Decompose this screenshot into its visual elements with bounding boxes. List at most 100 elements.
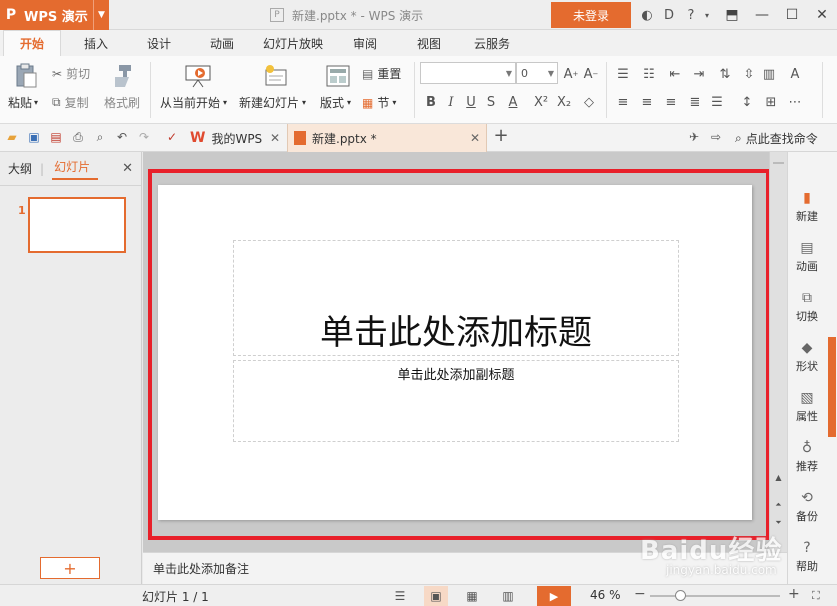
- justify-icon[interactable]: ≣: [686, 92, 704, 112]
- align-left-icon[interactable]: ≡: [614, 92, 632, 112]
- next-slide-icon[interactable]: ⏷: [770, 516, 787, 530]
- panel-recommend[interactable]: ♁ 推荐: [788, 440, 826, 474]
- chevron-down-icon[interactable]: ▾: [702, 0, 712, 30]
- table-icon[interactable]: ⊞: [762, 92, 780, 112]
- format-painter-button[interactable]: 格式刷: [104, 94, 140, 111]
- help-icon[interactable]: ?: [680, 0, 702, 30]
- format-painter-icon[interactable]: [108, 62, 136, 90]
- maximize-button[interactable]: ☐: [777, 0, 807, 30]
- close-button[interactable]: ✕: [807, 0, 837, 30]
- undo-icon[interactable]: ↶: [114, 129, 130, 145]
- text-direction-icon[interactable]: ⇅: [716, 64, 734, 84]
- play-slideshow-button[interactable]: ▶: [537, 586, 571, 606]
- increase-indent-icon[interactable]: ⇥: [690, 64, 708, 84]
- panel-backup[interactable]: ⟲ 备份: [788, 490, 826, 524]
- save-icon[interactable]: ▣: [26, 129, 42, 145]
- numbered-list-icon[interactable]: ☷: [640, 64, 658, 84]
- sorter-view-icon[interactable]: ▦: [460, 586, 484, 606]
- distribute-icon[interactable]: ☰: [708, 92, 726, 112]
- zoom-slider-knob[interactable]: [675, 590, 687, 601]
- panel-collapse-handle[interactable]: [828, 337, 836, 437]
- tab-my-wps[interactable]: W 我的WPS ✕: [186, 124, 286, 152]
- panel-properties[interactable]: ▧ 属性: [788, 390, 826, 424]
- italic-icon[interactable]: I: [442, 92, 460, 112]
- chevron-down-icon[interactable]: ▼: [93, 0, 109, 30]
- panel-new[interactable]: ▮ 新建: [788, 190, 826, 224]
- layout-button[interactable]: 版式 ▾: [320, 94, 351, 111]
- decrease-indent-icon[interactable]: ⇤: [666, 64, 684, 84]
- underline-icon[interactable]: U: [462, 92, 480, 112]
- panel-help[interactable]: ? 帮助: [788, 540, 826, 574]
- align-center-icon[interactable]: ≡: [638, 92, 656, 112]
- tab-home[interactable]: 开始: [3, 30, 61, 56]
- minimize-button[interactable]: —: [747, 0, 777, 30]
- subscript-icon[interactable]: X₂: [555, 92, 573, 112]
- tab-outline[interactable]: 大纲: [8, 160, 40, 177]
- paste-button[interactable]: 粘贴 ▾: [8, 94, 38, 111]
- font-name-select[interactable]: ▼: [420, 62, 516, 84]
- scroll-thumb[interactable]: [773, 162, 784, 164]
- slide-thumbnail[interactable]: [28, 197, 126, 253]
- print-preview-icon[interactable]: ⌕: [92, 129, 108, 145]
- normal-view-icon[interactable]: ▣: [424, 586, 448, 606]
- share-icon[interactable]: ⇨: [708, 129, 724, 145]
- tab-review[interactable]: 审阅: [329, 30, 401, 56]
- section-button[interactable]: ▦ 节 ▾: [362, 94, 396, 111]
- reset-button[interactable]: ▤ 重置: [362, 65, 401, 82]
- panel-animation[interactable]: ▤ 动画: [788, 240, 826, 274]
- tab-slides[interactable]: 幻灯片: [52, 158, 99, 180]
- tab-animation[interactable]: 动画: [187, 30, 257, 56]
- tab-cloud[interactable]: 云服务: [457, 30, 527, 56]
- ribbon-scroll[interactable]: [822, 62, 834, 118]
- font-grow-icon[interactable]: A +: [562, 64, 580, 84]
- export-pdf-icon[interactable]: ▤: [48, 129, 64, 145]
- panel-transition[interactable]: ⧉ 切换: [788, 290, 826, 324]
- scroll-up-icon[interactable]: ▲: [770, 470, 787, 484]
- tab-insert[interactable]: 插入: [61, 30, 131, 56]
- align-right-icon[interactable]: ≡: [662, 92, 680, 112]
- open-folder-icon[interactable]: ▰: [4, 129, 20, 145]
- clear-format-icon[interactable]: ◇: [580, 92, 598, 112]
- title-placeholder[interactable]: 单击此处添加标题: [233, 240, 679, 356]
- paste-icon[interactable]: [12, 62, 40, 90]
- font-shrink-icon[interactable]: A −: [582, 64, 600, 84]
- bold-icon[interactable]: B: [422, 92, 440, 112]
- shadow-icon[interactable]: S: [482, 92, 500, 112]
- customize-icon[interactable]: ✓: [164, 129, 180, 145]
- tab-document[interactable]: 新建.pptx * ✕: [287, 124, 487, 152]
- prev-slide-icon[interactable]: ⏶: [770, 498, 787, 512]
- from-current-button[interactable]: 从当前开始 ▾: [160, 94, 227, 111]
- panel-shape[interactable]: ◆ 形状: [788, 340, 826, 374]
- slide[interactable]: 单击此处添加标题 单击此处添加副标题: [158, 185, 752, 520]
- tab-design[interactable]: 设计: [131, 30, 187, 56]
- close-icon[interactable]: ✕: [122, 161, 133, 176]
- add-slide-button[interactable]: +: [40, 557, 100, 579]
- search-command[interactable]: ⌕ 点此查找命令: [735, 124, 818, 152]
- redo-icon[interactable]: ↷: [136, 129, 152, 145]
- zoom-out-icon[interactable]: −: [634, 586, 646, 602]
- superscript-icon[interactable]: X²: [532, 92, 550, 112]
- print-icon[interactable]: ⎙: [70, 129, 86, 145]
- tab-slideshow[interactable]: 幻灯片放映: [257, 30, 329, 56]
- text-effect-icon[interactable]: A: [786, 64, 804, 84]
- subtitle-placeholder[interactable]: 单击此处添加副标题: [233, 360, 679, 442]
- cut-button[interactable]: ✂ 剪切: [52, 65, 90, 82]
- new-tab-icon[interactable]: +: [493, 125, 509, 146]
- notes-toggle-icon[interactable]: ☰: [388, 586, 412, 606]
- reading-view-icon[interactable]: ▥: [496, 586, 520, 606]
- new-slide-icon[interactable]: [262, 62, 290, 90]
- pin-icon[interactable]: ✈: [686, 129, 702, 145]
- zoom-slider[interactable]: [650, 595, 780, 597]
- login-button[interactable]: 未登录: [551, 2, 631, 28]
- font-size-select[interactable]: 0 ▼: [516, 62, 558, 84]
- line-spacing-icon[interactable]: ⇳: [740, 64, 758, 84]
- tab-view[interactable]: 视图: [401, 30, 457, 56]
- close-icon[interactable]: ✕: [470, 131, 480, 145]
- copy-button[interactable]: ⧉ 复制: [52, 94, 89, 111]
- app-menu-button[interactable]: P WPS 演示 ▼: [0, 0, 109, 30]
- skin-icon[interactable]: ◐: [636, 0, 658, 30]
- restore-ribbon-icon[interactable]: ⬒: [717, 0, 747, 30]
- font-color-icon[interactable]: A: [504, 92, 522, 112]
- zoom-in-icon[interactable]: +: [788, 586, 800, 602]
- notes-pane[interactable]: 单击此处添加备注: [143, 552, 787, 584]
